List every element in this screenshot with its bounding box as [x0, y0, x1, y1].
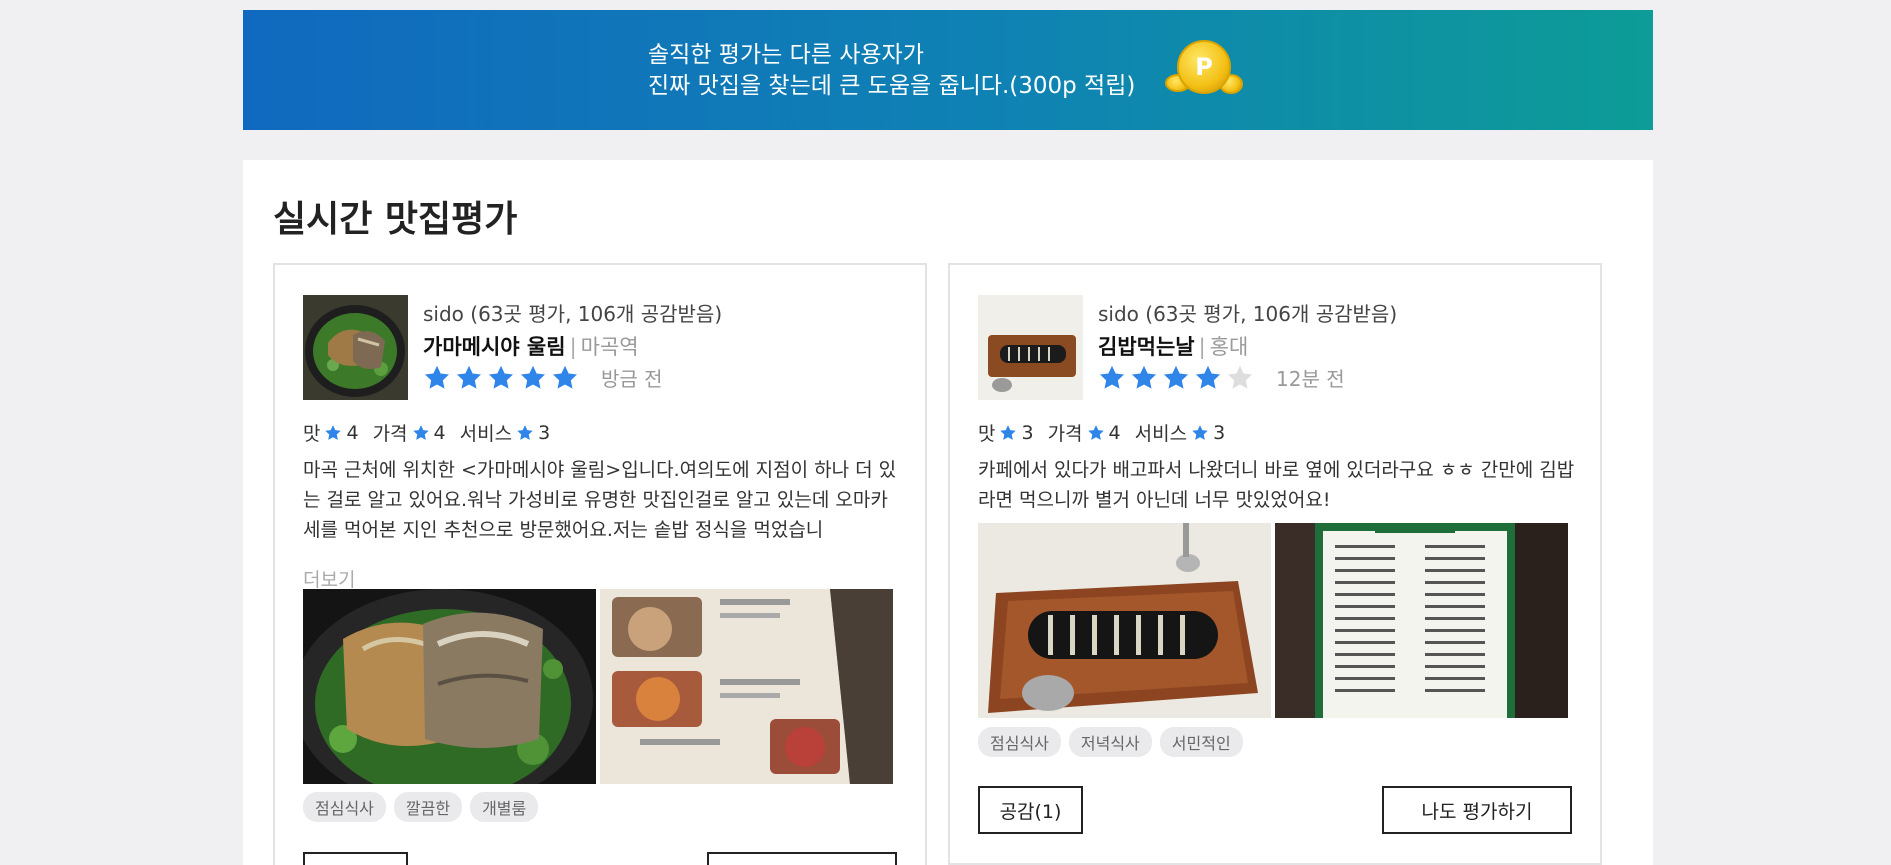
banner-text: 솔직한 평가는 다른 사용자가 진짜 맛집을 찾는데 큰 도움을 줍니다.(30…	[648, 40, 1135, 102]
coin-label: P	[1195, 53, 1213, 81]
rating-label: 가격	[1047, 423, 1083, 445]
star-filled-icon	[520, 365, 546, 389]
review-photo-1[interactable]	[978, 523, 1271, 718]
rating-item: 서비스 3	[1135, 419, 1226, 446]
rating-value: 4	[346, 421, 359, 444]
star-group	[1098, 364, 1258, 392]
review-photo-2[interactable]	[1275, 523, 1568, 718]
reviewer-info[interactable]: sido (63곳 평가, 106개 공감받음)	[1098, 298, 1397, 327]
rate-too-button[interactable]	[707, 852, 897, 865]
review-time: 방금 전	[601, 367, 663, 391]
rating-label: 맛	[303, 423, 321, 445]
star-filled-icon	[1131, 365, 1157, 389]
restaurant-location: 홍대	[1209, 335, 1249, 359]
reviewer-info[interactable]: sido (63곳 평가, 106개 공감받음)	[423, 298, 722, 327]
restaurant-location: 마곡역	[580, 335, 639, 359]
restaurant-thumbnail[interactable]	[303, 295, 408, 400]
review-photo-2[interactable]	[600, 589, 893, 784]
rating-label: 가격	[372, 423, 408, 445]
rating-value: 4	[433, 421, 446, 444]
tag-chip[interactable]: 개별룸	[470, 792, 539, 822]
rating-value: 4	[1108, 421, 1121, 444]
tag-chip[interactable]: 점심식사	[978, 727, 1061, 757]
star-empty-icon	[1227, 365, 1253, 389]
star-icon	[325, 424, 342, 440]
more-link[interactable]: 더보기	[303, 565, 355, 592]
restaurant-title: 가마메시야 울림 | 마곡역	[423, 331, 639, 361]
coin-icon: P	[1165, 38, 1245, 102]
rating-value: 3	[538, 421, 551, 444]
rate-too-button[interactable]: 나도 평가하기	[1382, 786, 1572, 834]
star-filled-icon	[1163, 365, 1189, 389]
banner-line-2: 진짜 맛집을 찾는데 큰 도움을 줍니다.(300p 적립)	[648, 73, 1136, 99]
rating-item: 맛3	[978, 419, 1034, 446]
like-button[interactable]: 공감(1)	[978, 786, 1083, 834]
tag-list: 점심식사 깔끔한 개별룸	[303, 792, 539, 822]
restaurant-name[interactable]: 가마메시야 울림	[423, 335, 566, 359]
review-text: 마곡 근처에 위치한 <가마메시야 울림>입니다.여의도에 지점이 하나 더 있…	[303, 459, 897, 541]
review-text: 카페에서 있다가 배고파서 나왔더니 바로 옆에 있더라구요 ㅎㅎ 간만에 김밥…	[978, 459, 1575, 511]
star-icon	[1087, 424, 1104, 440]
detailed-ratings: 맛 3 가격 4 서비스 3	[978, 419, 1225, 446]
star-filled-icon	[424, 365, 450, 389]
rating-label: 서비스	[1134, 423, 1188, 445]
star-filled-icon	[1099, 365, 1125, 389]
review-card: sido (63곳 평가, 106개 공감받음) 가마메시야 울림 | 마곡역 방금…	[273, 263, 927, 865]
rating-item: 맛4	[303, 419, 359, 446]
points-banner[interactable]: 솔직한 평가는 다른 사용자가 진짜 맛집을 찾는데 큰 도움을 줍니다.(30…	[243, 10, 1653, 130]
restaurant-title: 김밥먹는날 | 홍대	[1098, 331, 1248, 361]
review-card: sido (63곳 평가, 106개 공감받음) 김밥먹는날 | 홍대 12분 전 …	[948, 263, 1602, 865]
star-rating: 방금 전	[423, 363, 663, 392]
rating-item: 가격 4	[1048, 419, 1121, 446]
rating-item: 서비스 3	[460, 419, 551, 446]
star-rating: 12분 전	[1098, 363, 1345, 392]
rating-label: 서비스	[459, 423, 513, 445]
page-title: 실시간 맛집평가	[273, 199, 518, 240]
review-photo-1[interactable]	[303, 589, 596, 784]
review-time: 12분 전	[1276, 367, 1345, 391]
star-filled-icon	[456, 365, 482, 389]
rating-item: 가격 4	[373, 419, 446, 446]
banner-line-1: 솔직한 평가는 다른 사용자가	[648, 42, 924, 68]
restaurant-thumbnail[interactable]	[978, 295, 1083, 400]
rating-label: 맛	[978, 423, 996, 445]
star-icon	[1000, 424, 1017, 440]
tag-chip[interactable]: 깔끔한	[393, 792, 463, 822]
star-icon	[517, 424, 533, 440]
star-filled-icon	[488, 365, 514, 389]
point-coin: P	[1177, 40, 1231, 94]
title-divider: |	[1198, 335, 1206, 359]
tag-chip[interactable]: 저녁식사	[1068, 727, 1152, 757]
rating-value: 3	[1213, 421, 1226, 444]
star-group	[423, 364, 583, 392]
tag-chip[interactable]: 서민적인	[1159, 727, 1243, 757]
star-filled-icon	[1195, 365, 1221, 389]
restaurant-name[interactable]: 김밥먹는날	[1098, 335, 1195, 359]
rating-value: 3	[1021, 421, 1034, 444]
tag-list: 점심식사 저녁식사 서민적인	[978, 727, 1243, 757]
title-divider: |	[569, 335, 577, 359]
tag-chip[interactable]: 점심식사	[303, 792, 386, 822]
star-filled-icon	[552, 365, 578, 389]
star-icon	[1192, 424, 1208, 440]
star-icon	[412, 424, 429, 440]
realtime-review-panel: 실시간 맛집평가 sido (63곳 평가, 106개 공감받음) 가마메시야 …	[243, 160, 1653, 865]
detailed-ratings: 맛 4 가격 4 서비스 3	[303, 419, 550, 446]
like-button[interactable]	[303, 852, 408, 865]
